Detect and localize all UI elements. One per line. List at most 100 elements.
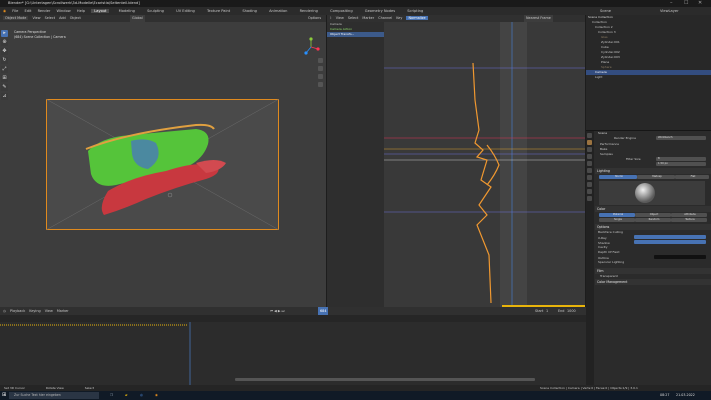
- camera-view-icon[interactable]: [318, 74, 323, 79]
- browser-icon[interactable]: ◎: [140, 391, 143, 400]
- transform-tool-icon[interactable]: ⊞: [1, 75, 8, 82]
- annotate-tool-icon[interactable]: ✎: [1, 84, 8, 91]
- render-engine-dropdown[interactable]: Workbench: [656, 136, 706, 140]
- render-tab-icon[interactable]: [587, 140, 592, 145]
- rotate-tool-icon[interactable]: ↻: [1, 57, 8, 64]
- physics-tab-icon[interactable]: [587, 182, 592, 187]
- menu-edit[interactable]: Edit: [24, 9, 31, 13]
- normalize-toggle[interactable]: Normalize: [406, 16, 428, 20]
- workspace-tab-animation[interactable]: Animation: [266, 9, 290, 13]
- menu-help[interactable]: Help: [77, 9, 85, 13]
- color-option-object[interactable]: Object: [635, 213, 671, 217]
- close-button[interactable]: ✕: [698, 0, 702, 7]
- select-box-tool-icon[interactable]: ▸: [1, 30, 8, 37]
- task-view-icon[interactable]: ❐: [110, 391, 113, 400]
- active-f-curve-loop[interactable]: [486, 144, 500, 186]
- graph-editor-type-icon[interactable]: ⌇: [330, 16, 332, 20]
- object-tab-icon[interactable]: [587, 175, 592, 180]
- outliner-row[interactable]: Light: [586, 75, 711, 80]
- blender-taskbar-icon[interactable]: ◉: [155, 391, 158, 400]
- hand-pan-icon[interactable]: [318, 66, 323, 71]
- channel-row-object-transforms[interactable]: Object Transfo...: [327, 32, 384, 37]
- cursor-tool-icon[interactable]: ⊕: [1, 39, 8, 46]
- lighting-tab-flat[interactable]: Flat: [675, 175, 709, 179]
- menu-render[interactable]: Render: [38, 9, 51, 13]
- graph-menu-key[interactable]: Key: [396, 16, 402, 20]
- world-tab-icon[interactable]: [587, 168, 592, 173]
- outline-color-field[interactable]: [654, 255, 706, 259]
- object-origin-icon[interactable]: [167, 192, 173, 198]
- output-tab-icon[interactable]: [587, 147, 592, 152]
- measure-tool-icon[interactable]: ⊿: [1, 93, 8, 100]
- view-layer-tab-icon[interactable]: [587, 154, 592, 159]
- constraints-tab-icon[interactable]: [587, 189, 592, 194]
- zoom-icon[interactable]: [318, 58, 323, 63]
- sampling-value-field[interactable]: 8: [656, 157, 706, 161]
- viewport-menu-object[interactable]: Object: [70, 16, 81, 20]
- section-color-management[interactable]: Color Management: [595, 279, 711, 285]
- viewport-menu-add[interactable]: Add: [59, 16, 66, 20]
- view-layer-selector[interactable]: ViewLayer: [660, 7, 679, 15]
- color-option-material[interactable]: Material: [599, 213, 635, 217]
- data-tab-icon[interactable]: [587, 196, 592, 201]
- move-tool-icon[interactable]: ✥: [1, 48, 8, 55]
- timeline-menu-marker[interactable]: Marker: [57, 309, 69, 313]
- workspace-tab-uv-editing[interactable]: UV Editing: [173, 9, 198, 13]
- current-frame-field[interactable]: 684: [318, 307, 329, 315]
- workspace-tab-rendering[interactable]: Rendering: [297, 9, 321, 13]
- viewport-menu-view[interactable]: View: [32, 16, 40, 20]
- specular-lighting-checkbox[interactable]: Specular Lighting: [598, 260, 711, 265]
- playback-controls-icon[interactable]: ⏮ ◀ ▶ ⏭: [270, 307, 285, 315]
- blender-logo-icon[interactable]: ◉: [3, 9, 6, 13]
- shadow-checkbox[interactable]: Shadow: [598, 241, 610, 245]
- workspace-tab-layout[interactable]: Layout: [91, 9, 110, 13]
- timeline-ruler[interactable]: [0, 315, 586, 322]
- timeline-editor-type-icon[interactable]: ◷: [3, 309, 6, 313]
- scene-tab-icon[interactable]: [587, 161, 592, 166]
- navigation-gizmo[interactable]: [301, 37, 321, 57]
- workspace-tab-shading[interactable]: Shading: [239, 9, 260, 13]
- shadow-slider[interactable]: [634, 240, 706, 244]
- xray-slider[interactable]: [634, 235, 706, 239]
- outliner[interactable]: Scene Collection Collection Collection 2…: [586, 15, 711, 130]
- end-frame-field[interactable]: 1000: [567, 307, 576, 315]
- pivot-dropdown[interactable]: Nearest Frame: [524, 15, 553, 22]
- timeline-menu-keying[interactable]: Keying: [29, 309, 40, 313]
- object-mode-dropdown[interactable]: Object Mode: [3, 16, 29, 20]
- file-explorer-icon[interactable]: ▰: [125, 391, 128, 400]
- lighting-tab-matcap[interactable]: Matcap: [637, 175, 675, 179]
- studio-light-preview[interactable]: [595, 180, 705, 206]
- color-option-single[interactable]: Single: [599, 218, 635, 222]
- properties-editor[interactable]: Scene Render Engine Workbench Performanc…: [586, 131, 711, 385]
- scene-selector[interactable]: Scene: [600, 7, 611, 15]
- viewport-options-button[interactable]: Options: [308, 15, 321, 22]
- camera-frame[interactable]: [46, 99, 279, 230]
- viewport-menu-select[interactable]: Select: [45, 16, 55, 20]
- workspace-tab-geometry-nodes[interactable]: Geometry Nodes: [362, 9, 398, 13]
- color-option-texture[interactable]: Texture: [671, 218, 707, 222]
- timeline-menu-playback[interactable]: Playback: [10, 309, 25, 313]
- workspace-tab-scripting[interactable]: Scripting: [404, 9, 426, 13]
- workspace-tab-texture-paint[interactable]: Texture Paint: [204, 9, 233, 13]
- workspace-tab-modeling[interactable]: Modeling: [116, 9, 138, 13]
- lighting-tab-studio[interactable]: Studio: [599, 175, 637, 179]
- transform-orientation-dropdown[interactable]: Global: [130, 15, 145, 22]
- graph-menu-channel[interactable]: Channel: [378, 16, 392, 20]
- menu-file[interactable]: File: [12, 9, 18, 13]
- color-option-random[interactable]: Random: [635, 218, 671, 222]
- menu-window[interactable]: Window: [57, 9, 71, 13]
- maximize-button[interactable]: ☐: [684, 0, 688, 7]
- start-frame-field[interactable]: 1: [546, 307, 548, 315]
- minimize-button[interactable]: –: [670, 0, 673, 7]
- tool-tab-icon[interactable]: [587, 133, 592, 138]
- workspace-tab-compositing[interactable]: Compositing: [327, 9, 356, 13]
- workspace-tab-sculpting[interactable]: Sculpting: [144, 9, 167, 13]
- timeline-scrollbar[interactable]: [235, 378, 535, 381]
- taskbar-search-input[interactable]: Zur Suche Text hier eingeben: [9, 392, 99, 399]
- timeline-menu-view[interactable]: View: [45, 309, 53, 313]
- graph-menu-view[interactable]: View: [336, 16, 344, 20]
- axis-x-handle[interactable]: [316, 47, 320, 51]
- color-option-attribute[interactable]: Attribute: [671, 213, 707, 217]
- graph-menu-select[interactable]: Select: [348, 16, 358, 20]
- windows-start-icon[interactable]: ⊞: [2, 391, 6, 400]
